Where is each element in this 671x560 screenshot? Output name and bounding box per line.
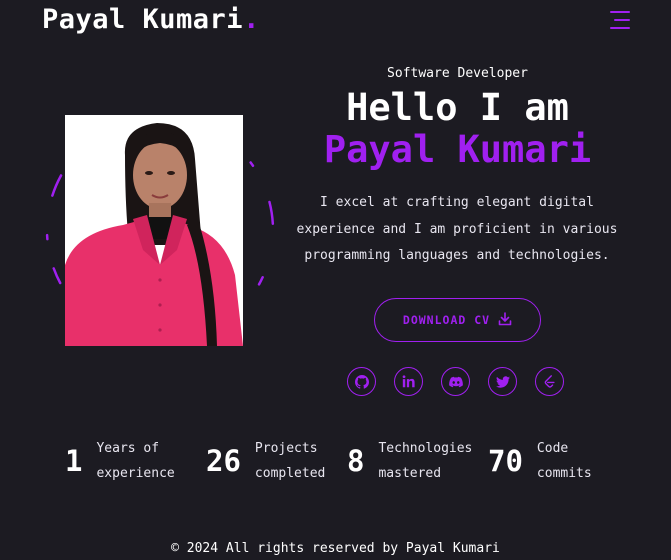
twitter-icon[interactable] (488, 367, 517, 396)
discord-icon[interactable] (441, 367, 470, 396)
description-line: I excel at crafting elegant digital (320, 195, 594, 210)
stat-projects: 26 Projects completed (206, 436, 345, 486)
role-text: Software Developer (387, 66, 528, 81)
stat-label: Projects completed (255, 436, 345, 486)
github-icon[interactable] (347, 367, 376, 396)
download-cv-button[interactable]: DOWNLOAD CV (374, 298, 541, 342)
site-logo[interactable]: Payal Kumari. (42, 4, 260, 35)
stat-value: 70 (488, 444, 523, 478)
stat-label: Code commits (537, 436, 607, 486)
profile-photo-container (40, 110, 280, 350)
download-icon (498, 311, 512, 329)
stat-years: 1 Years of experience (65, 436, 186, 486)
footer-copyright: © 2024 All rights reserved by Payal Kuma… (171, 541, 500, 556)
stat-value: 8 (347, 444, 365, 478)
stat-label-line: completed (254, 466, 326, 481)
stat-label: Technologies mastered (378, 436, 478, 486)
profile-photo (65, 115, 243, 346)
logo-dot: . (243, 4, 260, 35)
stat-label-line: Code (536, 441, 569, 456)
stat-value: 1 (65, 444, 83, 478)
stats-section: 1 Years of experience 26 Projects comple… (0, 436, 671, 486)
stat-label-line: Years of (96, 441, 160, 456)
stat-label: Years of experience (96, 436, 186, 486)
stat-label-line: Technologies (378, 441, 473, 456)
greeting-heading: Hello I am (346, 86, 569, 129)
stat-commits: 70 Code commits (488, 436, 607, 486)
leetcode-icon[interactable] (535, 367, 564, 396)
stat-label-line: commits (536, 466, 592, 481)
stat-label-line: experience (96, 466, 175, 481)
social-links (347, 367, 564, 396)
stat-label-line: Projects (254, 441, 318, 456)
description: I excel at crafting elegant digital expe… (292, 190, 622, 270)
stat-label-line: mastered (378, 466, 442, 481)
description-line: programming languages and technologies. (304, 248, 610, 263)
stat-technologies: 8 Technologies mastered (347, 436, 478, 486)
name-heading: Payal Kumari (323, 128, 592, 171)
linkedin-icon[interactable] (394, 367, 423, 396)
logo-text: Payal Kumari (42, 4, 244, 35)
download-cv-label: DOWNLOAD CV (402, 313, 491, 327)
stat-value: 26 (206, 444, 241, 478)
description-line: experience and I am proficient in variou… (296, 221, 618, 237)
hamburger-menu-icon[interactable] (610, 9, 630, 31)
